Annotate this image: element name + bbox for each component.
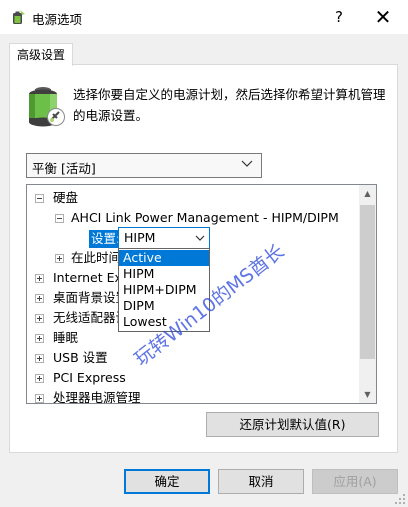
expand-icon[interactable] [35,354,44,363]
tree-item-label: PCI Express [53,370,126,385]
setting-value: HIPM [124,230,156,245]
battery-icon [29,87,65,127]
power-plan-value: 平衡 [活动] [32,161,96,176]
cancel-button[interactable]: 取消 [218,469,304,494]
title-bar: 电源选项 ? ✕ [0,0,408,34]
help-button[interactable]: ? [324,4,354,30]
tree-item-label: 处理器电源管理 [53,390,141,404]
power-options-icon [13,10,25,24]
expand-icon[interactable] [35,314,44,323]
expand-icon[interactable] [35,334,44,343]
scroll-up-arrow-icon[interactable]: ▲ [359,185,376,202]
tree-item-label: USB 设置 [53,350,108,365]
chevron-down-icon [241,160,253,167]
expand-icon[interactable] [35,394,44,403]
power-plan-select[interactable]: 平衡 [活动] [26,153,262,178]
tab-advanced-settings[interactable]: 高级设置 [9,43,73,66]
window-title: 电源选项 [32,12,83,27]
ok-button[interactable]: 确定 [124,469,210,494]
tree-item-label: 睡眠 [53,330,79,345]
expand-icon[interactable] [35,274,44,283]
tree-item-label: AHCI Link Power Management - HIPM/DIPM [71,210,339,225]
dropdown-option-hipm[interactable]: HIPM [119,266,209,282]
restore-defaults-button[interactable]: 还原计划默认值(R) [206,412,379,437]
description-text: 选择你要自定义的电源计划，然后选择你希望计算机管理的电源设置。 [73,87,386,123]
resize-grip-icon[interactable] [394,493,406,505]
tree-item-label: 硬盘 [53,190,79,205]
expand-icon[interactable] [35,374,44,383]
setting-value-select[interactable]: HIPM [118,227,210,249]
expand-icon[interactable] [35,294,44,303]
collapse-icon[interactable] [55,214,64,223]
scroll-thumb[interactable] [360,205,375,359]
tree-item-label: 在此时间 [71,250,122,265]
tree-scrollbar[interactable]: ▲ ▼ [359,185,376,403]
collapse-icon[interactable] [35,194,44,203]
tree-item-label: 桌面背景设置 [53,290,129,305]
chevron-down-icon [195,235,205,241]
close-button[interactable]: ✕ [366,4,400,30]
tree-item-label: 无线适配器设 [53,310,129,325]
dropdown-option-active[interactable]: Active [119,250,209,266]
scroll-down-arrow-icon[interactable]: ▼ [359,386,376,403]
apply-button: 应用(A) [312,469,398,494]
expand-icon[interactable] [55,254,64,263]
